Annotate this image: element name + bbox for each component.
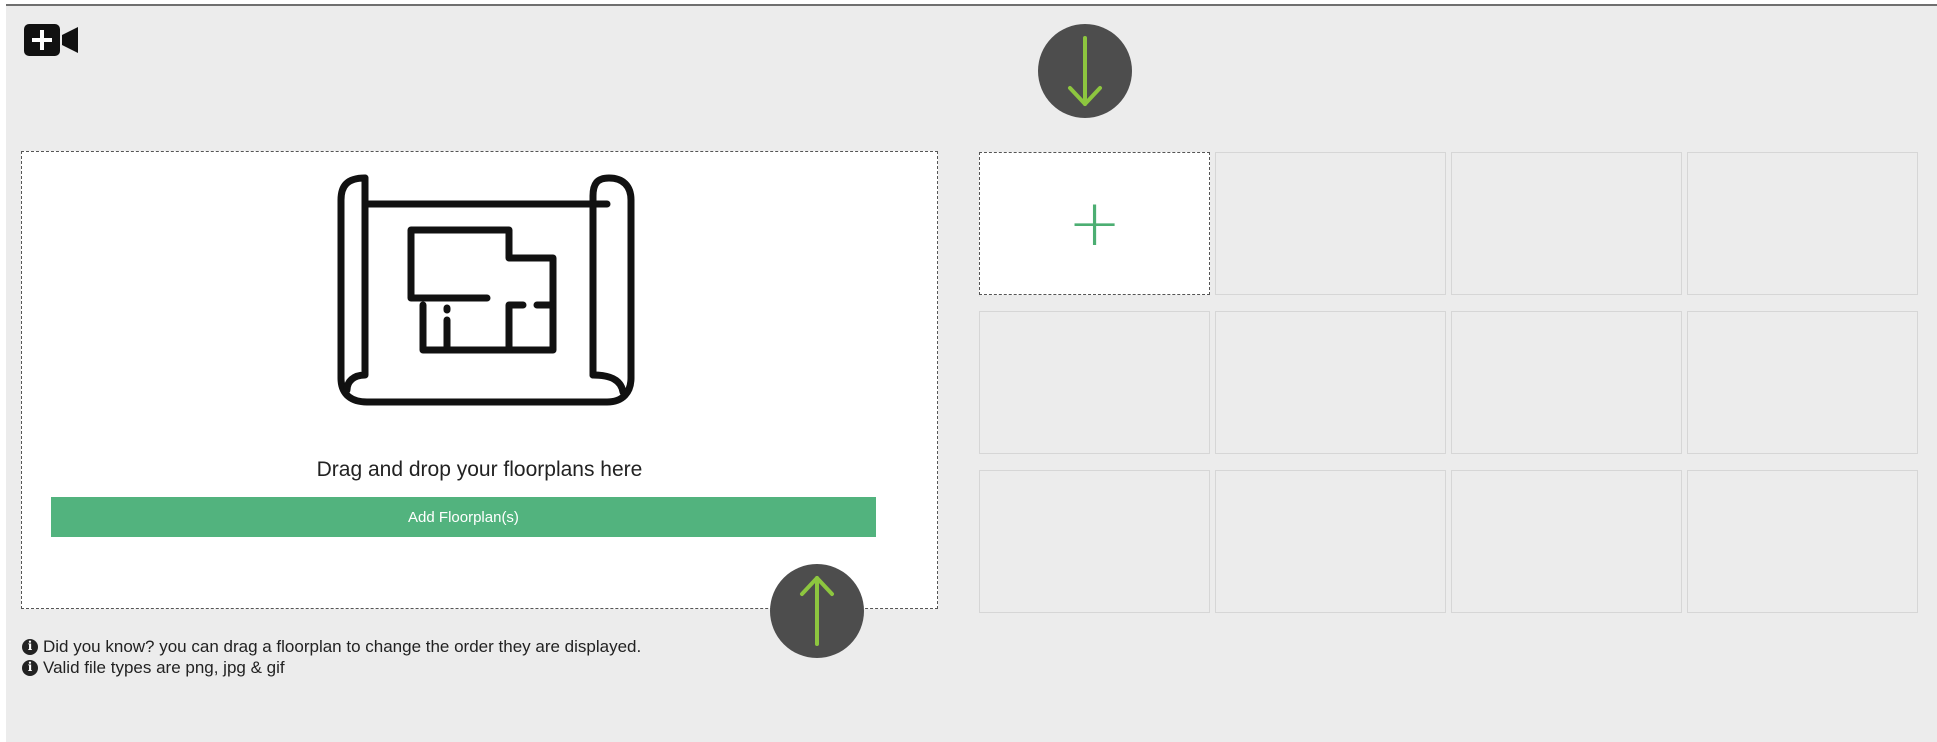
drop-instructions: Drag and drop your floorplans here <box>316 458 643 481</box>
floorplan-slot[interactable] <box>979 470 1210 613</box>
tips-list: i Did you know? you can drag a floorplan… <box>22 636 641 678</box>
floorplan-slot[interactable] <box>1215 311 1446 454</box>
tip-item: i Valid file types are png, jpg & gif <box>22 657 641 678</box>
tip-text: Valid file types are png, jpg & gif <box>43 658 285 677</box>
arrow-down-indicator <box>1038 24 1132 118</box>
floorplan-slot[interactable] <box>1215 152 1446 295</box>
arrow-up-indicator <box>770 564 864 658</box>
tip-item: i Did you know? you can drag a floorplan… <box>22 636 641 657</box>
floorplan-blueprint-icon <box>337 174 635 406</box>
floorplan-slot[interactable] <box>1687 311 1918 454</box>
video-add-icon <box>24 24 78 56</box>
info-icon: i <box>22 659 38 676</box>
floorplan-slot[interactable] <box>1451 470 1682 613</box>
arrow-up-icon <box>800 576 834 646</box>
arrow-down-icon <box>1068 36 1102 106</box>
floorplan-slot[interactable] <box>1451 152 1682 295</box>
floorplan-slot[interactable] <box>1687 470 1918 613</box>
add-video-button[interactable] <box>24 24 80 56</box>
floorplan-slot[interactable] <box>1215 470 1446 613</box>
floorplan-slot[interactable] <box>1687 152 1918 295</box>
floorplan-grid: + <box>979 152 1918 613</box>
floorplan-manager: Drag and drop your floorplans here Add F… <box>6 4 1937 742</box>
floorplan-slot[interactable] <box>979 311 1210 454</box>
floorplan-drop-zone[interactable]: Drag and drop your floorplans here Add F… <box>21 151 938 609</box>
add-floorplan-slot[interactable]: + <box>979 152 1210 295</box>
floorplan-slot[interactable] <box>1451 311 1682 454</box>
plus-icon: + <box>1067 186 1122 261</box>
info-icon: i <box>22 638 38 655</box>
add-floorplans-button[interactable]: Add Floorplan(s) <box>51 497 876 537</box>
tip-text: Did you know? you can drag a floorplan t… <box>43 637 642 656</box>
